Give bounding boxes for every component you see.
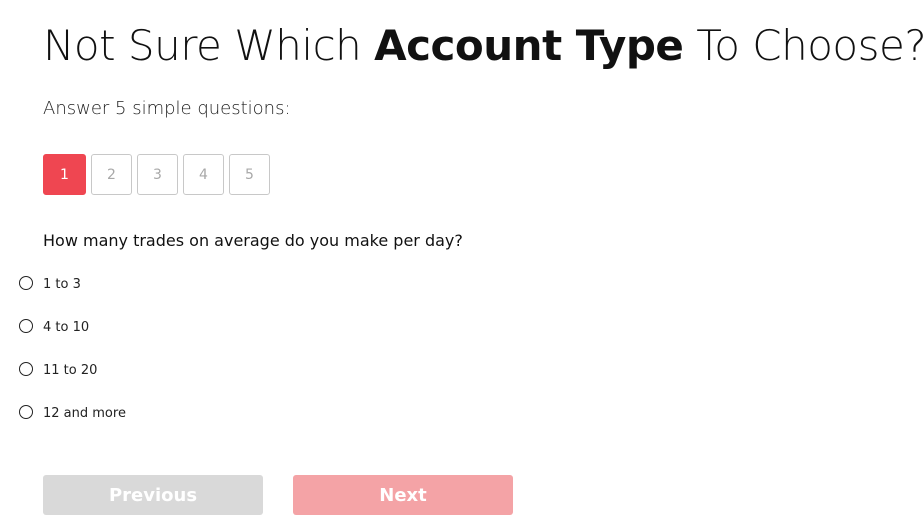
question-text: How many trades on average do you make p… — [43, 231, 463, 250]
next-button[interactable]: Next — [293, 475, 513, 515]
option-1-to-3[interactable]: 1 to 3 — [18, 274, 126, 294]
option-label: 11 to 20 — [43, 362, 98, 378]
previous-button[interactable]: Previous — [43, 475, 263, 515]
step-5[interactable]: 5 — [229, 154, 270, 195]
radio-button[interactable] — [19, 318, 33, 333]
step-4[interactable]: 4 — [183, 154, 224, 195]
step-3[interactable]: 3 — [137, 154, 178, 195]
option-12-and-more[interactable]: 12 and more — [18, 403, 126, 423]
title-bold: Account Type — [374, 21, 684, 70]
title-part-1: Not Sure Which — [43, 21, 375, 70]
radio-button[interactable] — [19, 404, 33, 419]
option-label: 4 to 10 — [43, 319, 90, 335]
option-4-to-10[interactable]: 4 to 10 — [18, 317, 126, 337]
radio-button[interactable] — [19, 275, 33, 290]
step-indicator: 1 2 3 4 5 — [43, 154, 270, 195]
option-label: 1 to 3 — [43, 276, 81, 292]
step-2[interactable]: 2 — [91, 154, 132, 195]
step-1[interactable]: 1 — [43, 154, 86, 195]
page-title: Not Sure Which Account Type To Choose? — [43, 18, 924, 74]
title-part-2: To Choose? — [683, 21, 924, 70]
option-label: 12 and more — [43, 405, 126, 421]
radio-button[interactable] — [19, 361, 33, 376]
answer-options: 1 to 3 4 to 10 11 to 20 12 and more — [18, 274, 126, 446]
account-type-quiz: Not Sure Which Account Type To Choose? A… — [0, 0, 924, 532]
subtitle: Answer 5 simple questions: — [43, 98, 291, 119]
option-11-to-20[interactable]: 11 to 20 — [18, 360, 126, 380]
